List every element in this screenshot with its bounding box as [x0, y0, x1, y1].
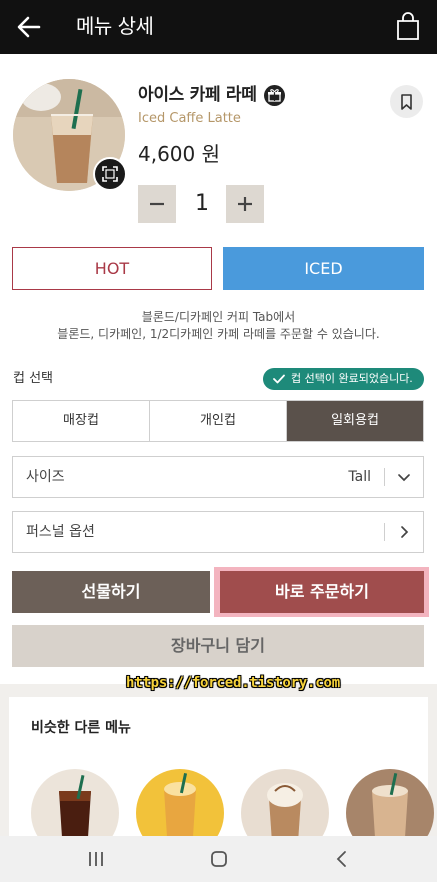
- plus-icon: [238, 197, 252, 211]
- iced-option-button[interactable]: ICED: [223, 247, 424, 290]
- product-name: 아이스 카페 라떼: [138, 85, 257, 105]
- recent-apps-icon[interactable]: [86, 850, 106, 868]
- home-icon[interactable]: [209, 850, 229, 868]
- cup-option-disposable[interactable]: 일회용컵: [287, 401, 423, 441]
- bookmark-icon: [401, 94, 412, 110]
- personal-option-label: 퍼스널 옵션: [26, 524, 95, 540]
- size-value: Tall: [348, 469, 371, 485]
- notice-line-2: 블론드, 디카페인, 1/2디카페인 카페 라떼를 주문할 수 있습니다.: [57, 327, 380, 341]
- top-app-bar: 메뉴 상세: [0, 0, 437, 54]
- hot-option-button[interactable]: HOT: [12, 247, 212, 290]
- bookmark-button[interactable]: [390, 85, 423, 118]
- quantity-decrease-button[interactable]: [138, 185, 176, 223]
- divider: [384, 468, 385, 486]
- size-label: 사이즈: [26, 469, 65, 485]
- page-title: 메뉴 상세: [76, 14, 154, 38]
- personal-option-row[interactable]: 퍼스널 옵션: [12, 511, 424, 553]
- notice-line-1: 블론드/디카페인 커피 Tab에서: [141, 310, 296, 324]
- zoom-button[interactable]: [93, 157, 127, 191]
- cup-selected-badge: 컵 선택이 완료되었습니다.: [263, 368, 424, 390]
- size-selector[interactable]: 사이즈 Tall: [12, 456, 424, 498]
- arrow-left-icon[interactable]: [15, 13, 43, 41]
- check-icon: [273, 374, 285, 384]
- shopping-bag-icon[interactable]: [395, 11, 421, 41]
- expand-icon: [102, 166, 118, 182]
- quantity-increase-button[interactable]: [226, 185, 264, 223]
- chevron-right-icon: [401, 526, 409, 538]
- quantity-value: 1: [195, 191, 209, 216]
- gift-icon: [264, 85, 285, 106]
- minus-icon: [150, 202, 164, 206]
- watermark-text: https://forced.tistory.com: [126, 675, 340, 691]
- similar-menu-card: 비슷한 다른 메뉴: [9, 697, 434, 857]
- chevron-down-icon: [398, 474, 410, 482]
- product-english-name: Iced Caffe Latte: [138, 111, 241, 126]
- cup-selection-label: 컵 선택: [13, 371, 54, 386]
- add-to-cart-button[interactable]: 장바구니 담기: [12, 625, 424, 667]
- back-nav-icon[interactable]: [332, 850, 352, 868]
- cup-selected-text: 컵 선택이 완료되었습니다.: [291, 372, 413, 385]
- decaf-notice: 블론드/디카페인 커피 Tab에서 블론드, 디카페인, 1/2디카페인 카페 …: [0, 309, 437, 343]
- system-navigation-bar: [0, 836, 437, 882]
- order-now-button[interactable]: 바로 주문하기: [220, 571, 424, 613]
- cup-option-store[interactable]: 매장컵: [13, 401, 150, 441]
- similar-menu-title: 비슷한 다른 메뉴: [31, 720, 131, 736]
- gift-button[interactable]: 선물하기: [12, 571, 210, 613]
- cup-option-personal[interactable]: 개인컵: [150, 401, 287, 441]
- product-price: 4,600 원: [138, 142, 221, 166]
- cup-options: 매장컵 개인컵 일회용컵: [12, 400, 424, 442]
- divider: [384, 523, 385, 541]
